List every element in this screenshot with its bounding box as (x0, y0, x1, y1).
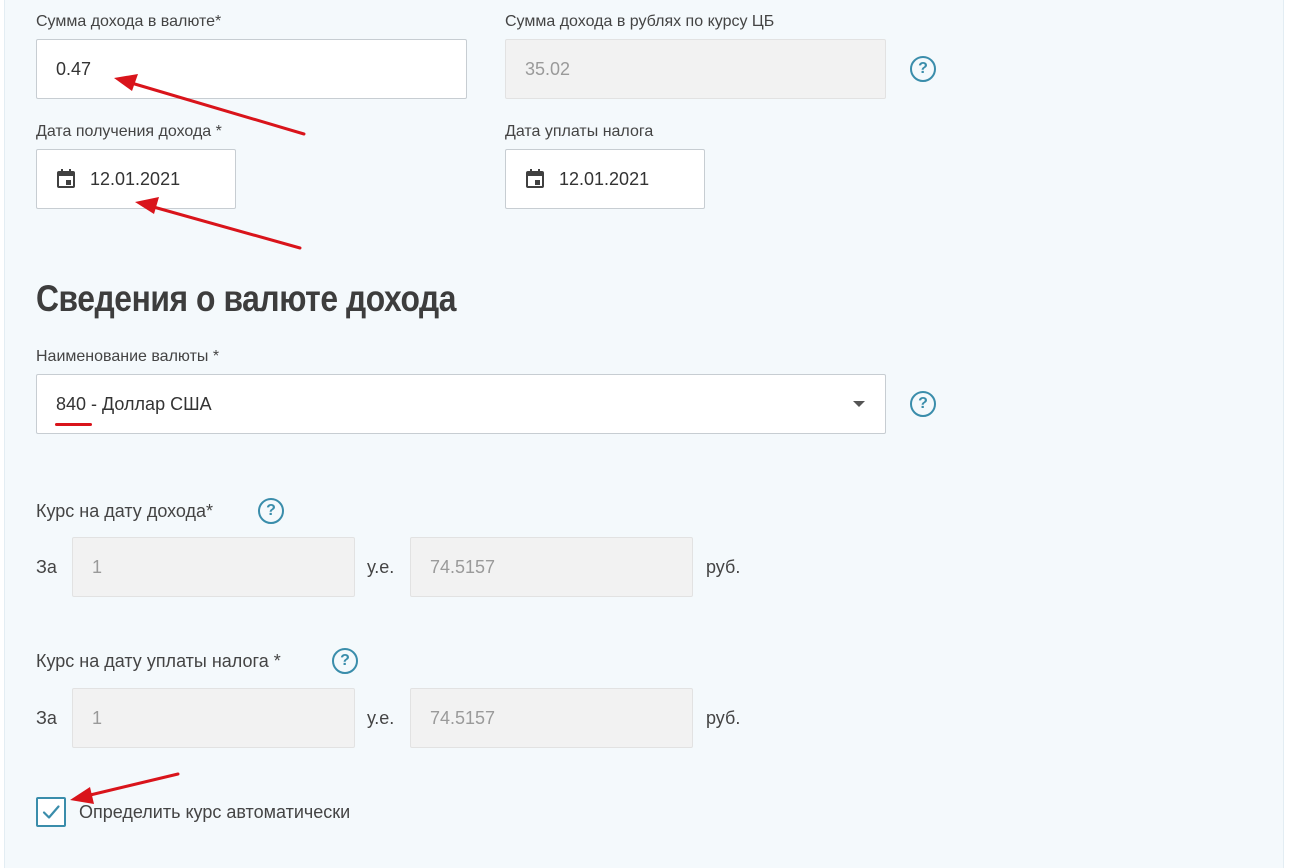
rub-amount-label: Сумма дохода в рублях по курсу ЦБ (505, 13, 775, 30)
rub-amount-field: 35.02 (505, 39, 886, 99)
currency-name-label: Наименование валюты * (36, 348, 220, 365)
currency-select[interactable]: 840 - Доллар США (36, 374, 886, 434)
rate-tax-prefix: За (36, 708, 57, 728)
rate-income-units-label: у.е. (367, 557, 395, 577)
currency-amount-label: Сумма дохода в валюте* (36, 13, 222, 30)
tax-date-input[interactable]: 12.01.2021 (505, 149, 705, 209)
currency-amount-input[interactable]: 0.47 (36, 39, 467, 99)
auto-rate-checkbox[interactable] (36, 797, 66, 827)
rate-income-prefix: За (36, 557, 57, 577)
rate-income-units-value: 1 (92, 556, 103, 577)
auto-rate-label[interactable]: Определить курс автоматически (79, 802, 350, 823)
rate-income-units-field: 1 (72, 537, 355, 597)
checkmark-icon (42, 805, 60, 819)
tax-date-label: Дата уплаты налога (505, 123, 654, 140)
income-date-input[interactable]: 12.01.2021 (36, 149, 236, 209)
rate-tax-rate-value: 74.5157 (430, 707, 496, 728)
rate-tax-label: Курс на дату уплаты налога * (36, 651, 281, 671)
rub-amount-value: 35.02 (525, 58, 571, 79)
rate-income-currency-label: руб. (706, 557, 741, 577)
currency-name: - Доллар США (86, 393, 212, 414)
tax-date-value: 12.01.2021 (559, 168, 650, 189)
rate-tax-units-value: 1 (92, 707, 103, 728)
income-date-value: 12.01.2021 (90, 168, 181, 189)
calendar-icon[interactable] (54, 167, 78, 191)
chevron-down-icon[interactable] (853, 401, 865, 407)
rub-amount-help-icon[interactable]: ? (910, 56, 936, 82)
rate-income-label: Курс на дату дохода* (36, 501, 214, 521)
rate-income-rate-field: 74.5157 (410, 537, 693, 597)
rate-income-help-icon[interactable]: ? (258, 498, 284, 524)
rate-tax-currency-label: руб. (706, 708, 741, 728)
currency-code-annotation-underline (55, 423, 92, 426)
income-date-label: Дата получения дохода * (36, 123, 222, 140)
currency-section-title: Сведения о валюте дохода (36, 278, 457, 319)
rate-tax-units-field: 1 (72, 688, 355, 748)
currency-code: 840 (56, 393, 87, 414)
rate-tax-help-icon[interactable]: ? (332, 648, 358, 674)
currency-help-icon[interactable]: ? (910, 391, 936, 417)
calendar-icon[interactable] (523, 167, 547, 191)
rate-tax-units-label: у.е. (367, 708, 395, 728)
rate-tax-rate-field: 74.5157 (410, 688, 693, 748)
rate-income-rate-value: 74.5157 (430, 556, 496, 577)
currency-amount-value: 0.47 (56, 58, 92, 79)
